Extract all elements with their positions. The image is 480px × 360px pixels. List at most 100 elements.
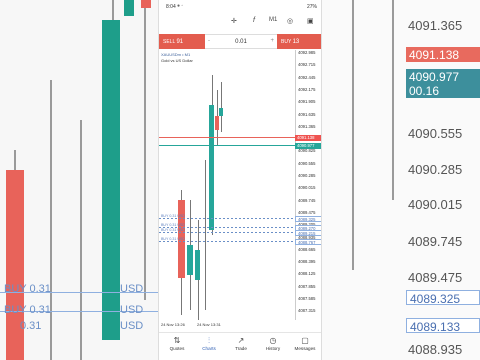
background-chart-left: BUY 0.31 USD BUY 0.31 USD 0.31 USD: [0, 0, 158, 360]
lot-value[interactable]: 0.01: [205, 39, 277, 45]
nav-history[interactable]: ◷ History: [258, 336, 288, 351]
nav-label: History: [265, 346, 281, 351]
lot-stepper: - 0.01 +: [205, 34, 277, 49]
buy-price-line: [159, 145, 296, 146]
bg-order-label: USD: [120, 283, 144, 295]
bg-price-label: 4091.365: [408, 18, 463, 33]
nav-messages[interactable]: ▢ Messages: [290, 336, 320, 351]
bg-order-label: 0.31: [20, 320, 42, 332]
candle-bull: [209, 105, 214, 230]
candle-wick: [205, 160, 206, 310]
bg-order-label: USD: [120, 320, 144, 332]
candle-bull: [219, 108, 223, 116]
quotes-icon: ⇅: [173, 336, 181, 345]
nav-label: Charts: [202, 346, 216, 351]
phone-screen: 8:04 ● ◦ 27% ✛ f M1 ◎ ▣ SELL 91 - 0.01 +…: [158, 0, 322, 360]
price-tick-label: 4090.015: [298, 185, 316, 191]
trade-panel-icon[interactable]: ▣: [307, 17, 314, 25]
buy-label: BUY: [281, 39, 292, 45]
chart-toolbar: ✛ f M1 ◎ ▣: [159, 14, 321, 32]
bg-order-tag: 4089.133: [406, 318, 480, 334]
charts-icon: ⫶: [208, 336, 210, 345]
candle-wick: [221, 82, 222, 132]
price-tick-label: 4091.905: [298, 99, 316, 105]
one-click-trade-bar: SELL 91 - 0.01 + BUY 13: [159, 34, 321, 50]
bg-price-label: 4088.935: [408, 342, 463, 357]
buy-button[interactable]: BUY 13: [277, 34, 321, 49]
timeframe-button[interactable]: M1: [269, 17, 277, 23]
price-tick-label: 4087.315: [298, 308, 316, 314]
bg-price-label: 4089.475: [408, 270, 463, 285]
price-chart[interactable]: XAUUSDm • M1 Gold vs US Dollar BUY 0.31 …: [159, 50, 321, 332]
nav-trade[interactable]: ↗ Trade: [226, 336, 256, 351]
price-tick-label: 4090.825: [298, 148, 316, 154]
candle-bull: [187, 245, 193, 275]
sell-button[interactable]: SELL 91: [159, 34, 205, 49]
order-price-tag: 4089.325: [295, 216, 321, 222]
messages-icon: ▢: [301, 336, 309, 345]
bg-buy-tag: 4090.977: [406, 69, 480, 84]
bottom-navigation: ⇅ Quotes ⫶ Charts ↗ Trade ◷ History ▢ Messages: [159, 332, 321, 360]
order-label: BUY 0.31 USD: [161, 237, 185, 241]
price-tick-label: 4092.715: [298, 62, 316, 68]
lot-increase-button[interactable]: +: [270, 38, 274, 44]
nav-label: Messages: [294, 346, 316, 351]
price-scale[interactable]: 4092.985 4092.715 4092.445 4092.175 4091.905…: [295, 50, 321, 320]
sell-label: SELL: [163, 39, 176, 45]
bg-order-label: USD: [120, 304, 144, 316]
order-line[interactable]: [159, 241, 296, 242]
sell-price-tag: 4091.138: [295, 135, 321, 141]
buy-big-digits: 13: [292, 39, 300, 45]
order-label: BUY 0.31 USD: [161, 214, 185, 218]
price-tick-label: 4088.395: [298, 259, 316, 265]
battery-level: 27%: [306, 4, 317, 10]
bg-price-label: 4090.015: [408, 197, 463, 212]
bg-price-label: 4090.555: [408, 126, 463, 141]
candle-bear: [215, 116, 219, 130]
price-tick-label: 4088.125: [298, 271, 316, 277]
price-tick-label: 4091.635: [298, 111, 316, 117]
price-tick-label: 4087.855: [298, 283, 316, 289]
bg-wick: [144, 0, 146, 300]
price-tick-label: 4090.555: [298, 160, 316, 166]
background-chart-right: 4091.365 4091.138 4090.977 00.16 4090.55…: [322, 0, 480, 360]
order-label: BUY 0.31 USD: [161, 228, 185, 232]
bg-candle-bear: [141, 0, 151, 8]
candle-bull: [195, 250, 200, 280]
bg-wick: [392, 0, 394, 200]
objects-icon[interactable]: ◎: [287, 17, 293, 25]
symbol-label: XAUUSDm • M1: [161, 52, 191, 57]
trade-icon: ↗: [237, 336, 245, 345]
price-tick-label: 4089.745: [298, 197, 316, 203]
order-line[interactable]: [159, 232, 296, 233]
bg-price-label: 4090.285: [408, 162, 463, 177]
bg-price-label: 4089.745: [408, 234, 463, 249]
nav-quotes[interactable]: ⇅ Quotes: [162, 336, 192, 351]
status-bar: 8:04 ● ◦ 27%: [159, 0, 321, 14]
bg-order-label: BUY 0.31: [4, 304, 51, 316]
crosshair-icon[interactable]: ✛: [231, 17, 237, 25]
bg-tag: 00.16: [406, 83, 480, 98]
order-line[interactable]: [159, 218, 296, 219]
bg-order-tag: 4089.325: [406, 290, 480, 306]
symbol-description: Gold vs US Dollar: [161, 58, 193, 63]
price-tick-label: 4088.665: [298, 246, 316, 252]
bg-order-label: BUY 0.31: [4, 283, 51, 295]
buy-price-tag: 4090.977: [295, 143, 321, 149]
indicators-icon[interactable]: f: [253, 17, 255, 24]
nav-charts[interactable]: ⫶ Charts: [194, 336, 224, 351]
price-tick-label: 4089.475: [298, 209, 316, 215]
price-tick-label: 4091.365: [298, 123, 316, 129]
nav-label: Trade: [235, 346, 247, 351]
price-tick-label: 4087.585: [298, 296, 316, 301]
bg-candle-bull: [124, 0, 134, 16]
order-label: BUY 0.31 USD: [161, 223, 185, 227]
sell-big-digits: 91: [176, 39, 184, 45]
time-label: 24 Nov 13:31: [197, 322, 221, 327]
bg-wick: [352, 0, 354, 270]
nav-label: Quotes: [169, 346, 185, 351]
price-tick-label: 4092.445: [298, 74, 316, 80]
price-tick-label: 4090.285: [298, 173, 316, 178]
bg-wick: [50, 80, 52, 360]
history-icon: ◷: [269, 336, 277, 345]
